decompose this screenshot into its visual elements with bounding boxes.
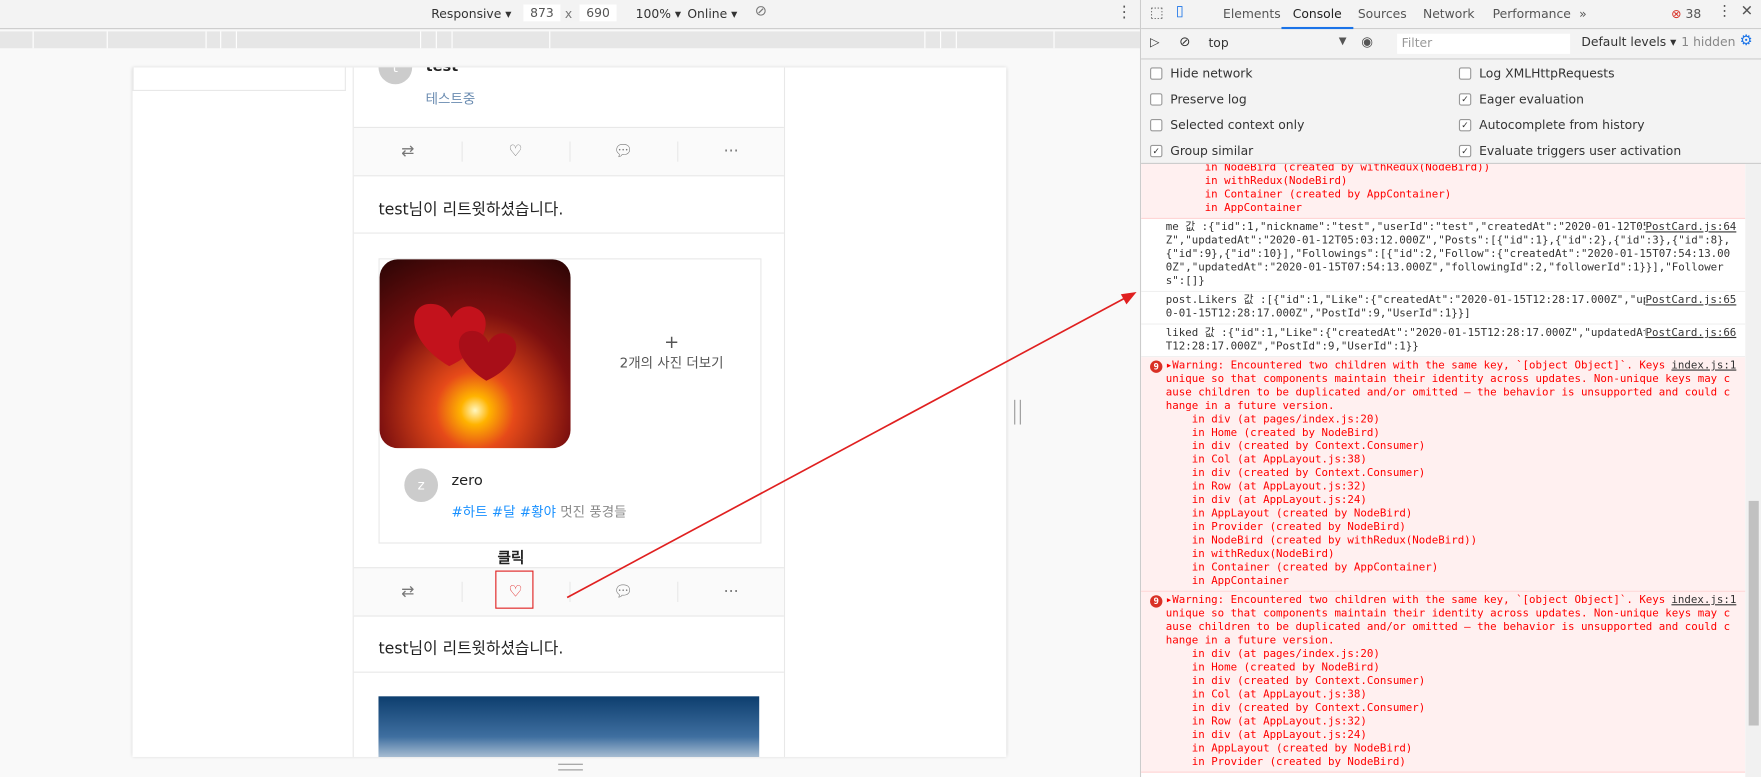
annotation-arrow xyxy=(566,292,1137,599)
source-link[interactable]: index.js:1 xyxy=(1671,359,1737,373)
setting-label: Autocomplete from history xyxy=(1479,117,1645,133)
checkbox[interactable]: ✓ xyxy=(1458,119,1472,132)
console-log-message: me 값 :{"id":1,"nickname":"test","userId"… xyxy=(1141,219,1746,293)
setting-checkbox[interactable]: Preserve log xyxy=(1150,92,1247,107)
filter-input[interactable]: Filter xyxy=(1397,33,1571,54)
tab-sources[interactable]: Sources xyxy=(1358,7,1407,22)
setting-label: Eager evaluation xyxy=(1479,92,1584,107)
setting-checkbox[interactable]: ✓ Eager evaluation xyxy=(1458,92,1584,107)
console-warning-message[interactable]: 9 ▸Warning: Encountered two children with… xyxy=(1141,357,1746,592)
levels-label: Default levels xyxy=(1581,34,1667,50)
more-tabs-icon[interactable]: » xyxy=(1579,7,1587,22)
clear-console-icon[interactable]: ⊘ xyxy=(1179,34,1190,50)
console-warning-message[interactable]: 9 ▸Warning: Encountered two children with… xyxy=(1141,591,1746,773)
setting-label: Log XMLHttpRequests xyxy=(1479,66,1615,81)
levels-select[interactable]: Default levels ▾ xyxy=(1581,35,1676,50)
context-select[interactable]: top ▼ xyxy=(1208,35,1346,51)
warning-text: ▸Warning: Encountered two children with … xyxy=(1165,594,1731,769)
settings-gear-icon[interactable]: ⚙ xyxy=(1740,33,1753,50)
scrollbar-thumb[interactable] xyxy=(1748,500,1759,726)
sidebar-toggle-icon[interactable]: ▷ xyxy=(1150,35,1160,50)
checkbox[interactable] xyxy=(1458,67,1472,80)
error-counter[interactable]: ⊗ 38 xyxy=(1671,7,1701,22)
checkbox[interactable] xyxy=(1150,67,1163,80)
hidden-count: 1 hidden xyxy=(1681,34,1736,50)
context-label: top xyxy=(1208,35,1229,51)
devtools-menu-icon[interactable]: ⋮ xyxy=(1717,3,1732,20)
setting-checkbox[interactable]: Hide network xyxy=(1150,66,1253,81)
warning-text: ▸Warning: Encountered two children with … xyxy=(1165,359,1731,588)
console-log-message: post.Likers 값 :[{"id":1,"Like":{"created… xyxy=(1141,292,1746,325)
source-link[interactable]: PostCard.js:65 xyxy=(1645,294,1737,308)
console-settings: Hide network Preserve log Selected context… xyxy=(1141,59,1761,164)
source-link[interactable]: PostCard.js:64 xyxy=(1645,221,1737,235)
tab-performance[interactable]: Performance xyxy=(1493,7,1571,22)
devtools-panel: ⬚ ▯ Elements Console Sources Network Per… xyxy=(1139,0,1761,777)
setting-label: Evaluate triggers user activation xyxy=(1479,143,1682,159)
setting-label: Hide network xyxy=(1170,66,1253,81)
setting-checkbox[interactable]: ✓ Evaluate triggers user activation xyxy=(1458,143,1682,159)
repeat-count-badge: 9 xyxy=(1150,360,1163,373)
eye-icon[interactable]: ◉ xyxy=(1361,34,1373,50)
close-icon[interactable]: ✕ xyxy=(1741,3,1753,20)
setting-checkbox[interactable]: Selected context only xyxy=(1150,118,1304,133)
resize-handle[interactable] xyxy=(1014,399,1021,425)
setting-checkbox[interactable]: ✓ Group similar xyxy=(1150,143,1254,159)
error-icon: ⊗ xyxy=(1671,6,1682,22)
checkbox[interactable] xyxy=(1150,119,1163,132)
setting-label: Selected context only xyxy=(1170,117,1305,133)
checkbox[interactable] xyxy=(1150,93,1163,106)
bottom-resize-handle[interactable] xyxy=(558,763,583,771)
setting-label: Preserve log xyxy=(1170,92,1247,107)
repeat-count-badge: 9 xyxy=(1150,595,1163,608)
devtools-tabbar: ⬚ ▯ Elements Console Sources Network Per… xyxy=(1141,0,1761,30)
console-toolbar: ▷ ⊘ top ▼ ◉ Filter Default levels ▾ 1 hid… xyxy=(1141,29,1761,60)
tab-console[interactable]: Console xyxy=(1281,7,1353,30)
console-messages: in NodeBird (created by withRedux(NodeBi… xyxy=(1141,163,1746,777)
setting-label: Group similar xyxy=(1170,143,1254,159)
console-scrollbar[interactable] xyxy=(1745,163,1761,777)
console-log-message: liked 값 :{"id":1,"Like":{"createdAt":"20… xyxy=(1141,325,1746,358)
inspect-icon[interactable]: ⬚ xyxy=(1150,4,1164,21)
checkbox[interactable]: ✓ xyxy=(1458,144,1472,158)
tab-elements[interactable]: Elements xyxy=(1223,7,1281,22)
setting-checkbox[interactable]: ✓ Autocomplete from history xyxy=(1458,117,1645,133)
console-warning-tail: in NodeBird (created by withRedux(NodeBi… xyxy=(1141,163,1746,220)
device-toggle-icon[interactable]: ▯ xyxy=(1176,3,1184,20)
source-link[interactable]: PostCard.js:66 xyxy=(1645,326,1737,341)
error-count: 38 xyxy=(1685,6,1702,22)
browser-viewport-area: Responsive ▾ 873 x 690 100% ▾ Online ▾ ⊘… xyxy=(0,0,1140,777)
tab-network[interactable]: Network xyxy=(1423,7,1475,22)
setting-checkbox[interactable]: Log XMLHttpRequests xyxy=(1458,66,1615,81)
source-link[interactable]: index.js:1 xyxy=(1671,594,1737,608)
checkbox[interactable]: ✓ xyxy=(1150,144,1163,158)
checkbox[interactable]: ✓ xyxy=(1458,93,1472,106)
